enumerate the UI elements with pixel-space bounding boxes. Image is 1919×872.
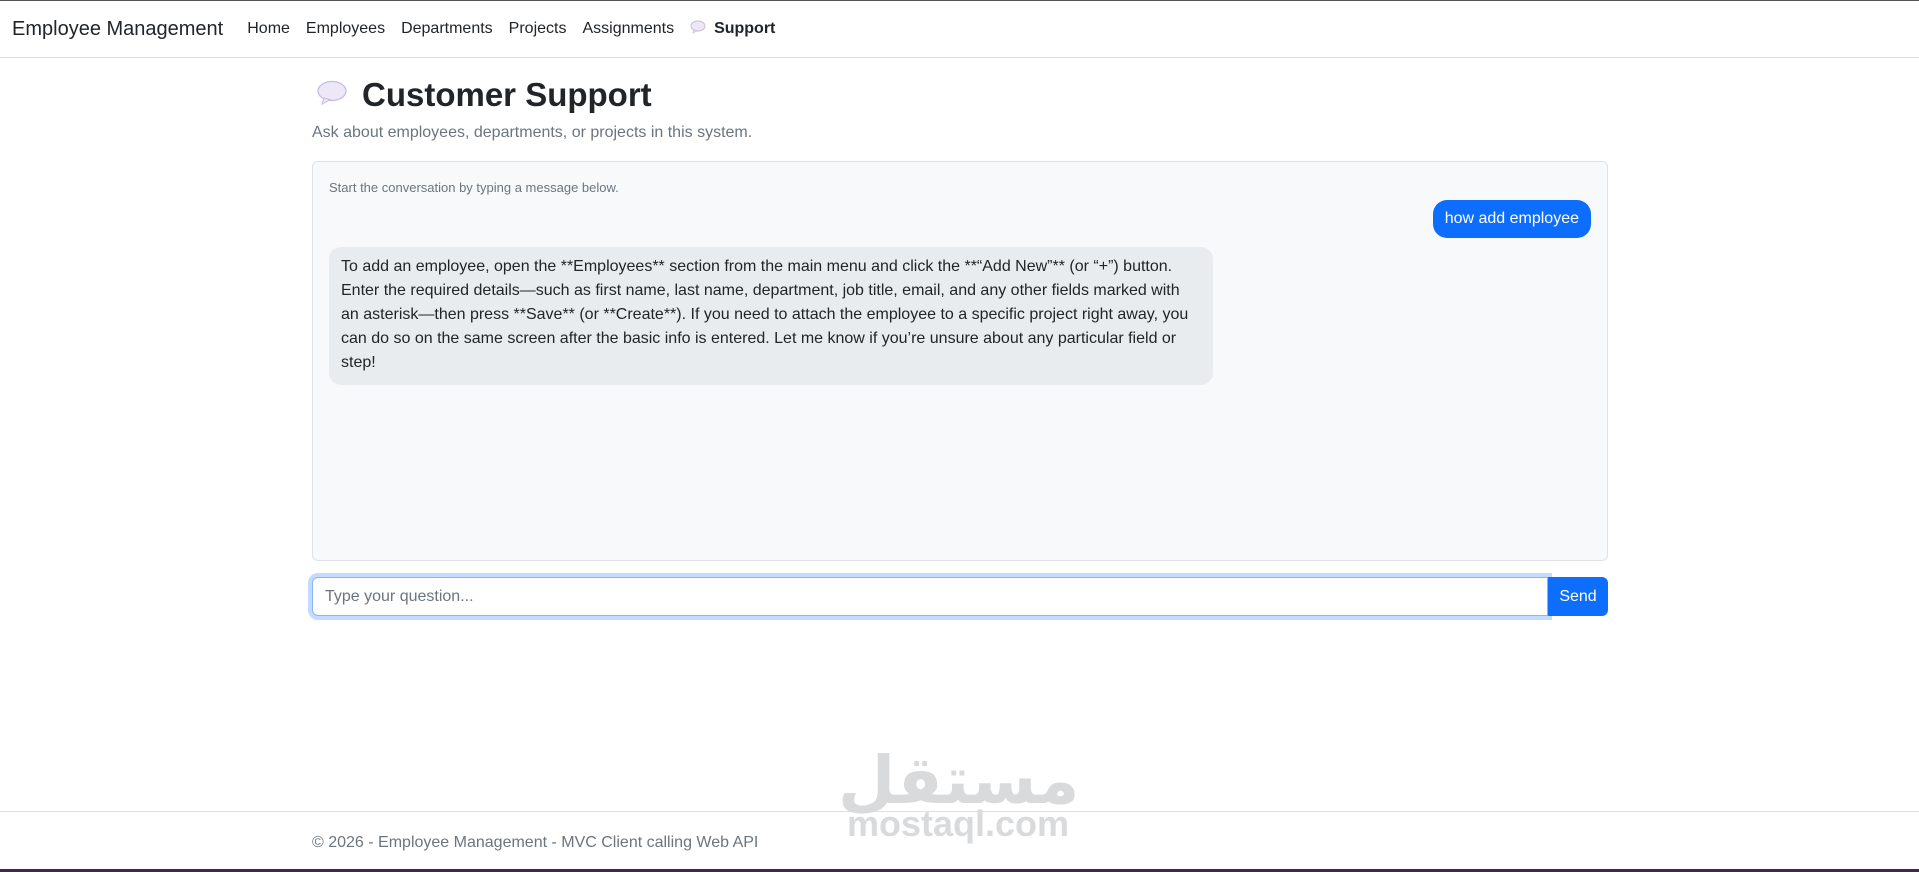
nav-item-home[interactable]: Home — [247, 20, 290, 38]
watermark-latin-text: mostaql.com — [846, 803, 1070, 844]
top-navbar: Employee Management Home Employees Depar… — [0, 1, 1919, 58]
nav-item-employees[interactable]: Employees — [306, 20, 385, 38]
nav-item-projects[interactable]: Projects — [509, 20, 567, 38]
nav-item-support[interactable]: Support — [690, 20, 775, 39]
chat-input[interactable] — [312, 577, 1548, 616]
brand-link[interactable]: Employee Management — [12, 18, 223, 41]
user-message-bubble: how add employee — [1432, 200, 1591, 238]
page-title: Customer Support — [362, 76, 652, 113]
footer-copyright: © 2026 - Employee Management - MVC Clien… — [312, 834, 759, 851]
chat-hint: Start the conversation by typing a messa… — [329, 180, 619, 195]
send-button[interactable]: Send — [1548, 577, 1608, 616]
nav-item-departments[interactable]: Departments — [401, 20, 493, 38]
nav-item-support-label: Support — [714, 20, 776, 37]
assistant-message-bubble: To add an employee, open the **Employees… — [329, 247, 1213, 385]
page-subtitle: Ask about employees, departments, or pro… — [312, 124, 753, 141]
chat-window[interactable]: Start the conversation by typing a messa… — [312, 161, 1608, 561]
speech-bubble-icon — [316, 80, 348, 111]
speech-bubble-icon — [690, 20, 706, 39]
page-header: Customer Support — [316, 76, 652, 114]
chat-input-group: Send — [312, 577, 1608, 616]
nav-item-assignments[interactable]: Assignments — [582, 20, 674, 38]
watermark-logo: مستقل mostaql.com — [838, 746, 1079, 844]
